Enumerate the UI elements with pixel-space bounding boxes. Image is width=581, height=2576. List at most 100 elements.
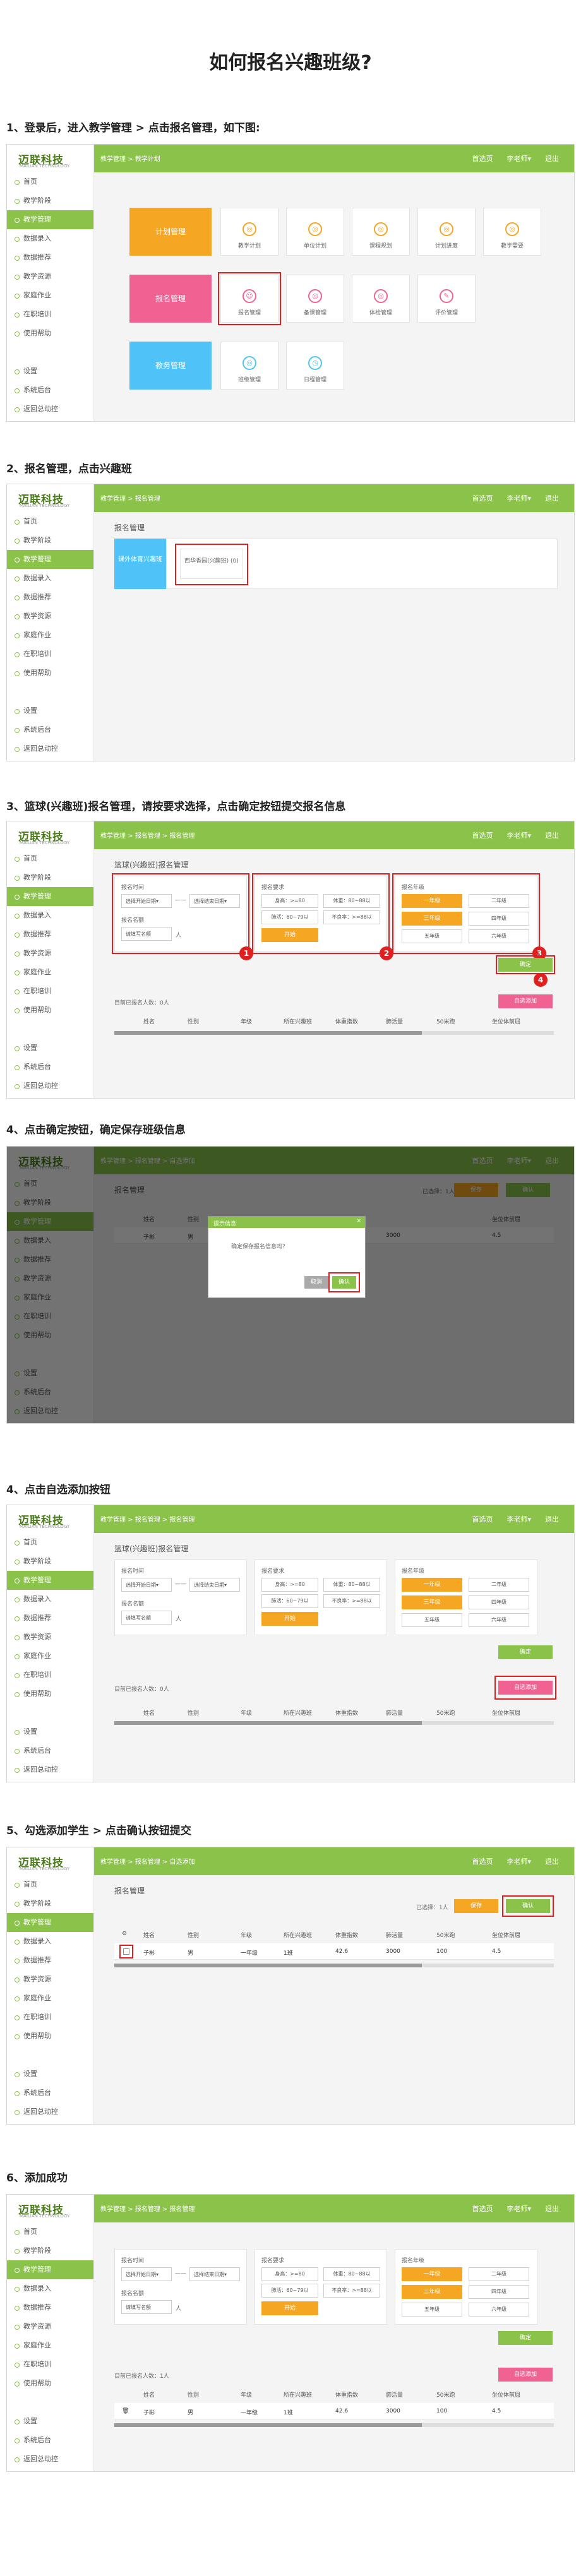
sidebar-item-teaching[interactable]: 教学管理: [7, 2260, 93, 2279]
sidebar-item-home[interactable]: 首页: [7, 2222, 93, 2241]
sidebar-item-settings[interactable]: 设置: [7, 2065, 93, 2084]
home-link[interactable]: 首选页: [472, 1857, 493, 1866]
save-button[interactable]: 保存: [454, 1899, 498, 1913]
close-icon[interactable]: ×: [356, 1218, 361, 1224]
sidebar-item-home[interactable]: 首页: [7, 172, 93, 191]
sidebar-item-help[interactable]: 使用帮助: [7, 664, 93, 683]
sidebar-item-input[interactable]: 数据录入: [7, 569, 93, 588]
user-menu[interactable]: 李老师▾: [506, 494, 531, 503]
sidebar-item-settings[interactable]: 设置: [7, 2412, 93, 2431]
sidebar-item-teaching[interactable]: 教学管理: [7, 1571, 93, 1590]
user-menu[interactable]: 李老师▾: [506, 155, 531, 163]
card-teaching-plan[interactable]: ◎ 教学计划: [220, 208, 279, 256]
sidebar-item-input[interactable]: 数据录入: [7, 906, 93, 925]
sidebar-item-homework[interactable]: 家庭作业: [7, 963, 93, 982]
home-link[interactable]: 首选页: [472, 2205, 493, 2213]
logout-link[interactable]: 退出: [545, 494, 559, 503]
req-height[interactable]: 身高：>=80: [261, 2267, 318, 2281]
sidebar-item-return[interactable]: 返回总动控: [7, 2102, 93, 2121]
grade-3[interactable]: 三年级: [402, 2285, 462, 2299]
req-weight[interactable]: 体重：80~88以: [323, 1578, 380, 1592]
sidebar-item-teaching[interactable]: 教学管理: [7, 210, 93, 229]
sidebar-item-backend[interactable]: 系统后台: [7, 720, 93, 739]
grade-4[interactable]: 四年级: [469, 2285, 529, 2299]
sidebar-item-homework[interactable]: 家庭作业: [7, 626, 93, 645]
card-class[interactable]: ◎ 班级管理: [220, 342, 279, 390]
sidebar-item-settings[interactable]: 设置: [7, 1722, 93, 1741]
cancel-button[interactable]: 取消: [304, 1276, 328, 1289]
grade-1[interactable]: 一年级: [402, 1578, 462, 1592]
sidebar-item-teaching[interactable]: 教学管理: [7, 887, 93, 906]
sidebar-item-help[interactable]: 使用帮助: [7, 324, 93, 343]
user-menu[interactable]: 李老师▾: [506, 1515, 531, 1524]
sidebar-item-help[interactable]: 使用帮助: [7, 1685, 93, 1703]
sidebar-item-resource[interactable]: 教学资源: [7, 2317, 93, 2336]
grade-3[interactable]: 三年级: [402, 1595, 462, 1609]
sidebar-item-recommend[interactable]: 数据推荐: [7, 925, 93, 944]
sidebar-item-training[interactable]: 在职培训: [7, 305, 93, 324]
grade-5[interactable]: 五年级: [402, 2303, 462, 2317]
sidebar-item-return[interactable]: 返回总动控: [7, 400, 93, 419]
sidebar-item-backend[interactable]: 系统后台: [7, 381, 93, 400]
trash-icon[interactable]: 🗑: [122, 2408, 129, 2414]
sidebar-item-training[interactable]: 在职培训: [7, 645, 93, 664]
sidebar-item-training[interactable]: 在职培训: [7, 1666, 93, 1685]
sidebar-item-backend[interactable]: 系统后台: [7, 2431, 93, 2450]
sidebar-item-home[interactable]: 首页: [7, 1533, 93, 1552]
sidebar-item-stage[interactable]: 教学阶段: [7, 2241, 93, 2260]
card-schedule[interactable]: ◷ 日程管理: [286, 342, 344, 390]
card-progress[interactable]: ◎ 计划进度: [417, 208, 476, 256]
card-prep[interactable]: ◎ 备课管理: [286, 275, 344, 323]
sidebar-item-resource[interactable]: 教学资源: [7, 1970, 93, 1989]
sidebar-item-backend[interactable]: 系统后台: [7, 1741, 93, 1760]
sidebar-item-input[interactable]: 数据录入: [7, 2279, 93, 2298]
sidebar-item-stage[interactable]: 教学阶段: [7, 531, 93, 550]
logout-link[interactable]: 退出: [545, 1515, 559, 1524]
req-bad[interactable]: 不良率：>=88以: [323, 2284, 380, 2298]
count-input[interactable]: 请填写名额: [121, 1611, 172, 1625]
sidebar-item-recommend[interactable]: 数据推荐: [7, 248, 93, 267]
logout-link[interactable]: 退出: [545, 1857, 559, 1866]
sidebar-item-input[interactable]: 数据录入: [7, 229, 93, 248]
sidebar-item-homework[interactable]: 家庭作业: [7, 286, 93, 305]
edu-mgmt-tile[interactable]: 教务管理: [129, 342, 212, 390]
home-link[interactable]: 首选页: [472, 155, 493, 163]
card-eval[interactable]: ✎ 评价管理: [417, 275, 476, 323]
scrollbar[interactable]: [114, 1031, 554, 1035]
plan-mgmt-tile[interactable]: 计划管理: [129, 208, 212, 256]
sidebar-item-recommend[interactable]: 数据推荐: [7, 2298, 93, 2317]
sidebar-item-resource[interactable]: 教学资源: [7, 607, 93, 626]
scrollbar[interactable]: [114, 2423, 554, 2427]
count-input[interactable]: 请填写名额: [121, 2300, 172, 2314]
add-button[interactable]: 自选添加: [498, 994, 553, 1008]
sidebar-item-teaching[interactable]: 教学管理: [7, 1913, 93, 1932]
sidebar-item-stage[interactable]: 教学阶段: [7, 1552, 93, 1571]
req-bad[interactable]: 不良率：>=88以: [323, 1594, 380, 1608]
sidebar-item-homework[interactable]: 家庭作业: [7, 2336, 93, 2355]
user-menu[interactable]: 李老师▾: [506, 1857, 531, 1866]
user-menu[interactable]: 李老师▾: [506, 2205, 531, 2213]
scrollbar[interactable]: [114, 1964, 554, 1967]
sidebar-item-resource[interactable]: 教学资源: [7, 944, 93, 963]
start-date-select[interactable]: 选择开始日期▾: [121, 2267, 172, 2281]
sidebar-item-settings[interactable]: 设置: [7, 362, 93, 381]
sidebar-item-help[interactable]: 使用帮助: [7, 2027, 93, 2046]
card-course[interactable]: ◎ 课程规划: [352, 208, 410, 256]
req-height[interactable]: 身高：>=80: [261, 1578, 318, 1592]
pe-interest-tab[interactable]: 课外体育兴趣班: [114, 539, 166, 589]
sidebar-item-settings[interactable]: 设置: [7, 701, 93, 720]
card-unit-plan[interactable]: ◎ 单位计划: [286, 208, 344, 256]
sidebar-item-input[interactable]: 数据录入: [7, 1932, 93, 1951]
sidebar-item-backend[interactable]: 系统后台: [7, 2084, 93, 2102]
sidebar-item-resource[interactable]: 教学资源: [7, 267, 93, 286]
sidebar-item-stage[interactable]: 教学阶段: [7, 868, 93, 887]
sidebar-item-home[interactable]: 首页: [7, 1875, 93, 1894]
home-link[interactable]: 首选页: [472, 832, 493, 840]
sidebar-item-resource[interactable]: 教学资源: [7, 1628, 93, 1647]
grade-6[interactable]: 六年级: [469, 1613, 529, 1627]
home-link[interactable]: 首选页: [472, 494, 493, 503]
home-link[interactable]: 首选页: [472, 1515, 493, 1524]
sidebar-item-training[interactable]: 在职培训: [7, 2355, 93, 2374]
sidebar-item-teaching[interactable]: 教学管理: [7, 550, 93, 569]
grade-2[interactable]: 二年级: [469, 1578, 529, 1592]
